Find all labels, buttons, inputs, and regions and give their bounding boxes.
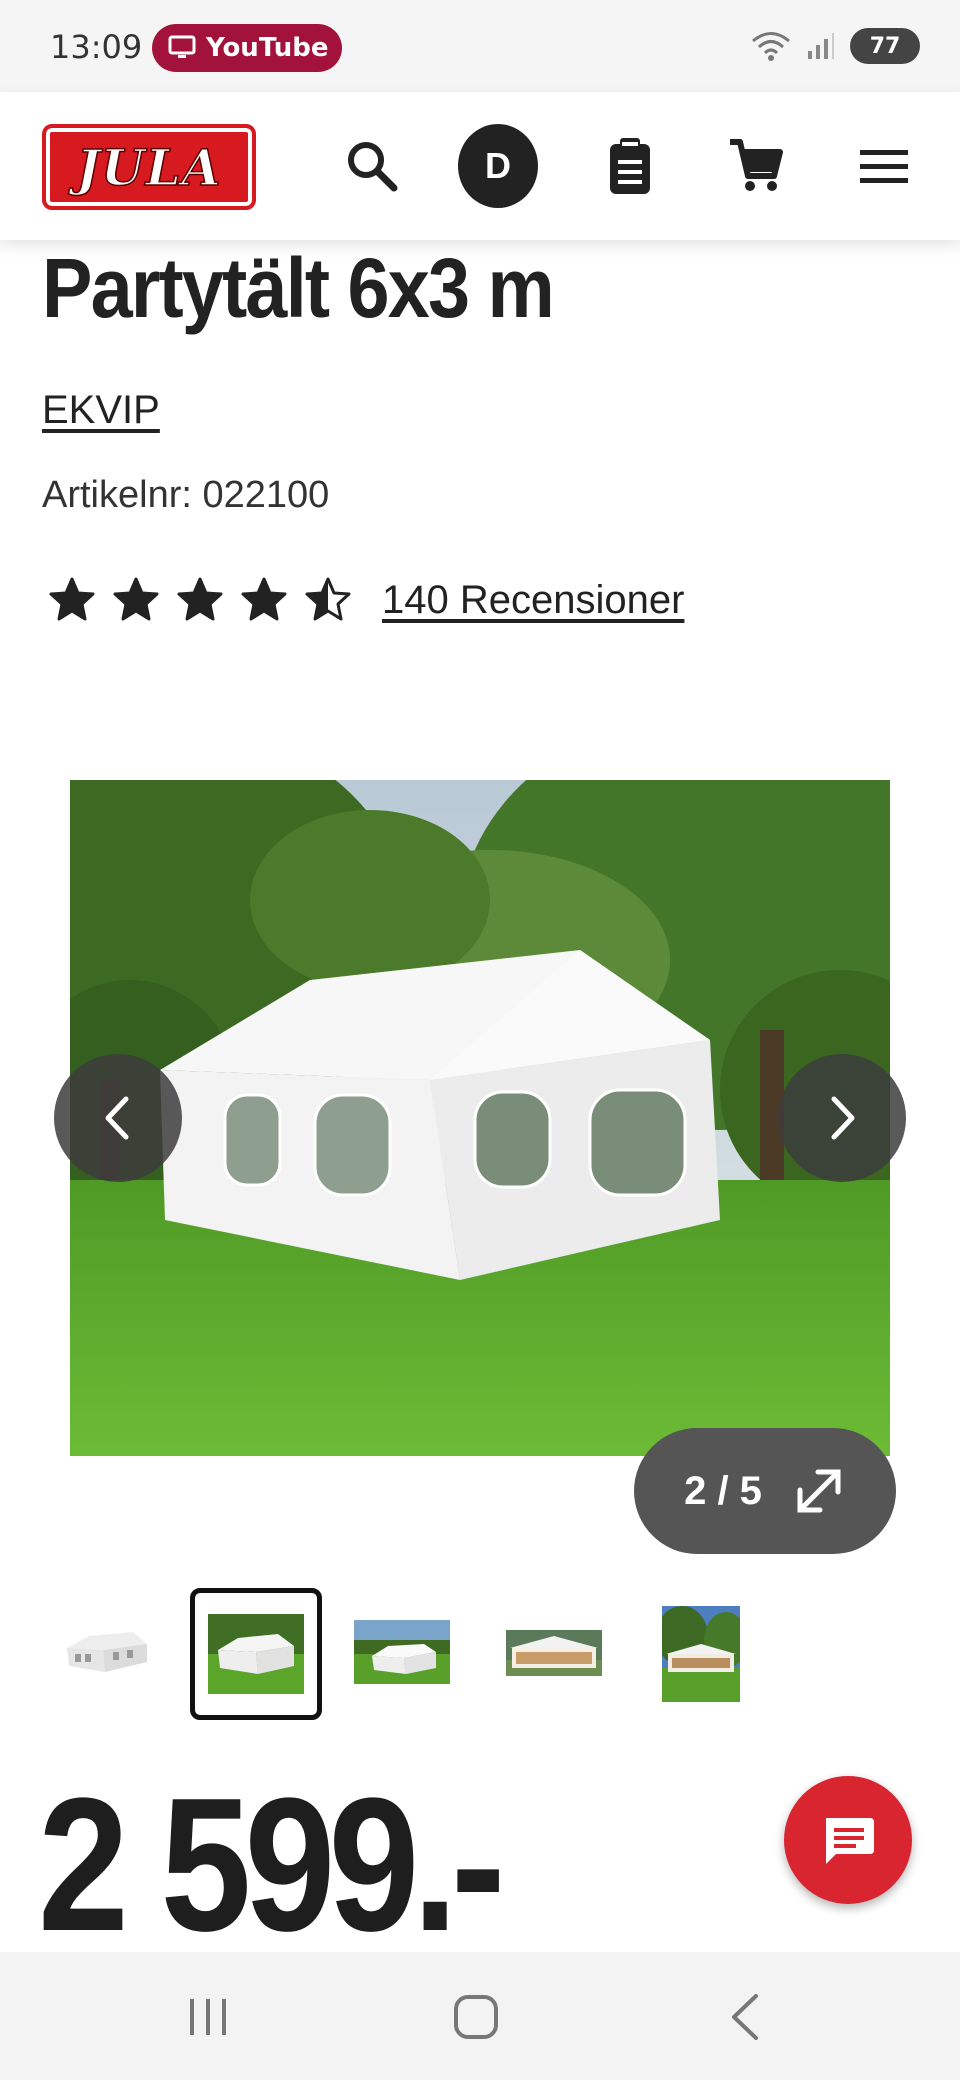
gallery-counter-text: 2 / 5 [684, 1468, 762, 1513]
expand-icon [797, 1469, 841, 1513]
chevron-right-icon [831, 1096, 855, 1140]
rating-stars[interactable] [48, 576, 352, 624]
thumbnail-image [354, 1620, 450, 1684]
product-title: Partytält 6x3 m [42, 241, 555, 335]
reviews-link[interactable]: 140 Recensioner [382, 578, 684, 623]
star-full-icon [49, 577, 95, 621]
screen-cast-icon [168, 35, 196, 58]
menu-button[interactable] [844, 126, 924, 206]
thumbnail-image [208, 1614, 304, 1694]
status-icons: 77 [750, 28, 920, 64]
recent-apps-button[interactable] [178, 1992, 238, 2042]
gallery-prev-button[interactable] [54, 1054, 182, 1182]
avatar: D [458, 124, 538, 208]
thumbnail-1[interactable] [56, 1610, 156, 1690]
chat-button[interactable] [784, 1776, 912, 1904]
wifi-icon [752, 32, 790, 61]
menu-icon [860, 150, 908, 183]
star-full-icon [177, 577, 223, 621]
youtube-pill[interactable]: YouTube [152, 24, 342, 72]
battery-indicator: 77 [850, 28, 920, 64]
gallery-counter[interactable]: 2 / 5 [634, 1428, 896, 1554]
site-header: JULA D [0, 92, 960, 240]
home-button[interactable] [446, 1992, 506, 2042]
cart-button[interactable] [716, 126, 796, 206]
star-full-icon [113, 577, 159, 621]
product-price: 2 599.- [38, 1759, 505, 1971]
thumbnail-image [61, 1620, 151, 1680]
account-button[interactable]: D [458, 124, 538, 208]
thumbnail-image [506, 1630, 602, 1676]
search-icon [348, 142, 398, 192]
thumbnail-4[interactable] [504, 1618, 604, 1688]
logo-text: JULA [76, 137, 222, 198]
product-gallery[interactable] [70, 780, 890, 1456]
brand-link[interactable]: EKVIP [42, 388, 160, 433]
rating-row: 140 Recensioner [48, 576, 684, 624]
signal-icon [808, 33, 834, 59]
back-button[interactable] [716, 1992, 776, 2042]
cart-icon [730, 139, 783, 191]
recent-apps-icon [190, 1999, 226, 2035]
back-icon [732, 1994, 758, 2040]
shopping-list-button[interactable] [590, 126, 670, 206]
star-full-icon [241, 577, 287, 621]
product-image [70, 780, 890, 1456]
jula-logo[interactable]: JULA [42, 124, 256, 210]
system-nav-bar [0, 1952, 960, 2080]
status-bar: 13:09 YouTube 77 [0, 0, 960, 92]
thumbnail-3[interactable] [352, 1614, 452, 1690]
star-half-icon [305, 577, 351, 621]
gallery-next-button[interactable] [778, 1054, 906, 1182]
chevron-left-icon [105, 1096, 129, 1140]
home-icon [454, 1995, 498, 2039]
article-number: Artikelnr: 022100 [42, 474, 330, 516]
thumbnail-strip [56, 1588, 916, 1720]
thumbnail-5[interactable] [656, 1604, 746, 1704]
search-button[interactable] [332, 126, 412, 206]
chat-icon [826, 1818, 874, 1864]
youtube-pill-label: YouTube [206, 33, 329, 63]
status-time: 13:09 [50, 28, 143, 66]
clipboard-icon [610, 138, 650, 194]
thumbnail-2[interactable] [190, 1588, 322, 1720]
thumbnail-image [662, 1606, 740, 1702]
